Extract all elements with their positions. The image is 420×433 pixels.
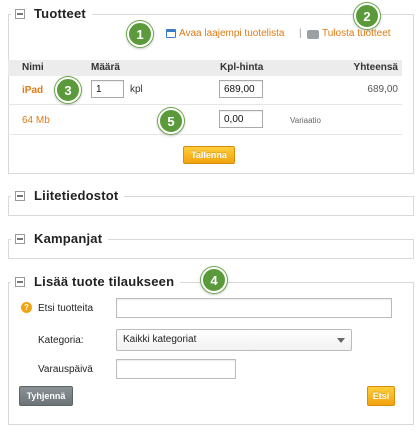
save-button[interactable]: Tallenna <box>183 146 235 164</box>
category-value: Kaikki kategoriat <box>123 334 197 345</box>
variation-price-input[interactable] <box>219 110 263 128</box>
add-product-legend[interactable]: Lisää tuote tilaukseen <box>11 274 181 289</box>
collapse-toggle-icon[interactable] <box>15 276 25 287</box>
col-quantity: Määrä <box>91 62 120 73</box>
callout-badge-2: 2 <box>354 3 380 29</box>
help-icon[interactable]: ? <box>21 302 32 313</box>
campaigns-section: Kampanjat <box>8 231 414 259</box>
attachments-legend[interactable]: Liitetiedostot <box>11 188 125 203</box>
category-select[interactable]: Kaikki kategoriat <box>116 329 352 351</box>
print-link[interactable]: Tulosta tuotteet <box>307 28 391 39</box>
search-button[interactable]: Etsi <box>367 386 395 406</box>
search-label: Etsi tuotteita <box>38 303 94 314</box>
callout-badge-5: 5 <box>158 108 184 134</box>
category-label: Kategoria: <box>38 335 84 346</box>
search-input[interactable] <box>116 298 392 318</box>
row-divider <box>8 104 402 105</box>
variation-note: Variaatio <box>290 116 321 125</box>
date-label: Varauspäivä <box>38 364 93 375</box>
callout-badge-3: 3 <box>55 77 81 103</box>
callout-badge-4: 4 <box>201 267 227 293</box>
add-product-title: Lisää tuote tilaukseen <box>34 274 175 289</box>
clear-button[interactable]: Tyhjennä <box>19 386 73 406</box>
links-separator: | <box>299 28 302 39</box>
unit-price-input[interactable] <box>219 80 263 98</box>
attachments-section: Liitetiedostot <box>8 188 414 216</box>
callout-badge-1: 1 <box>127 21 153 47</box>
products-legend[interactable]: Tuotteet <box>11 6 92 21</box>
quantity-unit: kpl <box>130 84 143 95</box>
campaigns-title: Kampanjat <box>34 231 103 246</box>
expand-toggle-icon[interactable] <box>15 233 25 244</box>
date-input[interactable] <box>116 359 236 379</box>
products-table-header: Nimi Määrä Kpl-hinta Yhteensä <box>8 60 402 76</box>
products-title: Tuotteet <box>34 6 86 21</box>
variation-name: 64 Mb <box>22 115 50 126</box>
attachments-title: Liitetiedostot <box>34 188 119 203</box>
product-name[interactable]: iPad <box>22 85 43 96</box>
col-total: Yhteensä <box>353 62 398 73</box>
printer-icon <box>307 30 319 39</box>
campaigns-legend[interactable]: Kampanjat <box>11 231 109 246</box>
collapse-toggle-icon[interactable] <box>15 8 25 19</box>
col-name: Nimi <box>22 62 44 73</box>
window-icon <box>166 29 176 38</box>
chevron-down-icon <box>337 338 345 343</box>
expand-toggle-icon[interactable] <box>15 190 25 201</box>
quantity-input[interactable] <box>91 80 124 98</box>
col-unit-price: Kpl-hinta <box>220 62 264 73</box>
open-list-link[interactable]: Avaa laajempi tuotelista <box>166 28 284 39</box>
row-total: 689,00 <box>367 84 398 95</box>
row-divider <box>8 134 402 135</box>
